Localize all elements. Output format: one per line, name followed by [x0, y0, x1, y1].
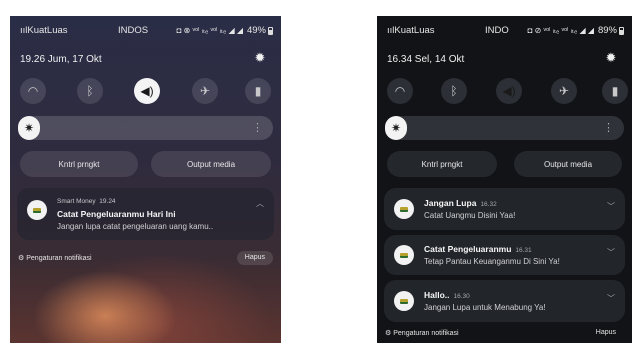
date-time: 19.26 Jum, 17 Okt	[20, 54, 102, 65]
flashlight-icon[interactable]: ▮	[245, 78, 271, 104]
expand-chevron-icon[interactable]: ﹀	[607, 293, 615, 304]
notification-footer: ⚙ Pengaturan notifikasi Hapus	[385, 329, 624, 341]
status-bar: ıılKuatLuas INDOS ◘ ⊗ ᵛᵒˡ ₗₜₑ ᵛᵒˡ ₗₜₑ ◢ …	[20, 25, 273, 39]
notification-settings-link[interactable]: ⚙ Pengaturan notifikasi	[385, 329, 459, 337]
sound-icon[interactable]: ◀)	[496, 78, 522, 104]
date-time: 16.34 Sel, 14 Okt	[387, 54, 465, 65]
media-output-button[interactable]: Output media	[514, 151, 622, 177]
status-icons: ◘ ⊗ ᵛᵒˡ ₗₜₑ ᵛᵒˡ ₗₜₑ ◢ ◢ 49%	[177, 25, 273, 36]
battery-percent: 49%	[246, 25, 266, 36]
notification-title: Hallo.. 16.30	[424, 290, 470, 300]
notification-title: Catat Pengeluaranmu 16.31	[424, 244, 532, 254]
right-phone-panel: ıılKuatLuas INDO ◘ ⊘ ᵛᵒˡ ₗₜₑ ᵛᵒˡ ₗₜₑ ◢ ◢…	[377, 16, 632, 343]
notification-text: Jangan Lupa untuk Menabung Ya!	[424, 303, 546, 312]
wifi-icon[interactable]: ◠	[387, 78, 413, 104]
settings-gear-icon[interactable]: ✹	[253, 51, 267, 65]
battery-icon	[619, 26, 624, 35]
device-control-button[interactable]: Kntrl prngkt	[387, 151, 497, 177]
notification-time: 16.32	[480, 201, 497, 208]
expand-chevron-icon[interactable]: ﹀	[607, 247, 615, 258]
status-icons: ◘ ⊘ ᵛᵒˡ ₗₜₑ ᵛᵒˡ ₗₜₑ ◢ ◢ 89%	[528, 25, 624, 36]
control-buttons: Kntrl prngkt Output media	[20, 151, 271, 177]
notification-settings-label: Pengaturan notifikasi	[393, 330, 459, 337]
notification-title-text: Hallo..	[424, 290, 450, 300]
notification-time: 16.30	[453, 293, 470, 300]
smart-money-app-icon	[394, 291, 414, 311]
notification-time: 19.24	[99, 198, 116, 205]
clear-button[interactable]: Hapus	[588, 326, 624, 340]
sound-icon[interactable]: ◀)	[134, 78, 160, 104]
expand-chevron-icon[interactable]: ﹀	[607, 201, 615, 212]
notification-text: Jangan lupa catat pengeluaran uang kamu.…	[57, 222, 214, 231]
notification-settings-link[interactable]: ⚙ Pengaturan notifikasi	[18, 254, 92, 262]
notification-card-2[interactable]: Catat Pengeluaranmu 16.31 Tetap Pantau Ke…	[384, 235, 625, 275]
signal-icons: ◘ ⊗ ᵛᵒˡ ₗₜₑ ᵛᵒˡ ₗₜₑ ◢ ◢	[176, 26, 243, 35]
airplane-icon[interactable]: ✈	[551, 78, 577, 104]
wifi-icon[interactable]: ◠	[20, 78, 46, 104]
brightness-slider[interactable]: ✷ ⋮	[18, 116, 273, 140]
bluetooth-icon[interactable]: ᛒ	[77, 78, 103, 104]
signal-icons: ◘ ⊘ ᵛᵒˡ ₗₜₑ ᵛᵒˡ ₗₜₑ ◢ ◢	[527, 26, 594, 35]
airplane-icon[interactable]: ✈	[192, 78, 218, 104]
bluetooth-icon[interactable]: ᛒ	[441, 78, 467, 104]
more-options-icon[interactable]: ⋮	[252, 120, 263, 136]
notification-text: Tetap Pantau Keuanganmu Di Sini Ya!	[424, 257, 560, 266]
quick-tiles: ◠ ᛒ ◀) ✈ ▮	[387, 78, 628, 104]
device-control-button[interactable]: Kntrl prngkt	[20, 151, 138, 177]
brightness-sun-icon: ✷	[24, 121, 35, 135]
notification-time: 16.31	[515, 247, 532, 254]
status-bar: ıılKuatLuas INDO ◘ ⊘ ᵛᵒˡ ₗₜₑ ᵛᵒˡ ₗₜₑ ◢ ◢…	[387, 25, 624, 39]
notification-meta: Smart Money 19.24	[57, 198, 116, 205]
notification-title: Catat Pengeluaranmu Hari Ini	[57, 209, 176, 219]
smart-money-app-icon	[27, 200, 47, 220]
notification-footer: ⚙ Pengaturan notifikasi Hapus	[18, 251, 273, 266]
battery-icon	[268, 26, 273, 35]
carrier-label: ıılKuatLuas	[387, 25, 435, 36]
notification-card[interactable]: Smart Money 19.24 Catat Pengeluaranmu Ha…	[17, 188, 274, 240]
brightness-sun-icon: ✷	[391, 121, 402, 135]
settings-gear-icon[interactable]: ✹	[604, 51, 618, 65]
operator-label: INDOS	[118, 25, 149, 36]
notification-title: Jangan Lupa 16.32	[424, 198, 497, 208]
flashlight-icon[interactable]: ▮	[602, 78, 628, 104]
quick-tiles: ◠ ᛒ ◀) ✈ ▮	[20, 78, 271, 104]
notification-card-1[interactable]: Jangan Lupa 16.32 Catat Uangmu Disini Yaa…	[384, 188, 625, 230]
operator-label: INDO	[485, 25, 509, 36]
notification-title-text: Catat Pengeluaranmu	[424, 244, 512, 254]
media-output-button[interactable]: Output media	[151, 151, 271, 177]
left-phone-panel: ıılKuatLuas INDOS ◘ ⊗ ᵛᵒˡ ₗₜₑ ᵛᵒˡ ₗₜₑ ◢ …	[10, 16, 281, 343]
control-buttons: Kntrl prngkt Output media	[387, 151, 622, 177]
smart-money-app-icon	[394, 245, 414, 265]
notification-text: Catat Uangmu Disini Yaa!	[424, 211, 516, 220]
clear-button[interactable]: Hapus	[236, 251, 273, 265]
notification-title-text: Jangan Lupa	[424, 198, 477, 208]
collapse-chevron-icon[interactable]: ︿	[256, 198, 264, 209]
notification-settings-label: Pengaturan notifikasi	[26, 255, 92, 262]
battery-percent: 89%	[597, 25, 617, 36]
carrier-label: ıılKuatLuas	[20, 25, 68, 36]
smart-money-app-icon	[394, 199, 414, 219]
notification-app-name: Smart Money	[57, 198, 96, 205]
notification-card-3[interactable]: Hallo.. 16.30 Jangan Lupa untuk Menabung …	[384, 280, 625, 322]
more-options-icon[interactable]: ⋮	[603, 120, 614, 136]
brightness-slider[interactable]: ✷ ⋮	[385, 116, 624, 140]
